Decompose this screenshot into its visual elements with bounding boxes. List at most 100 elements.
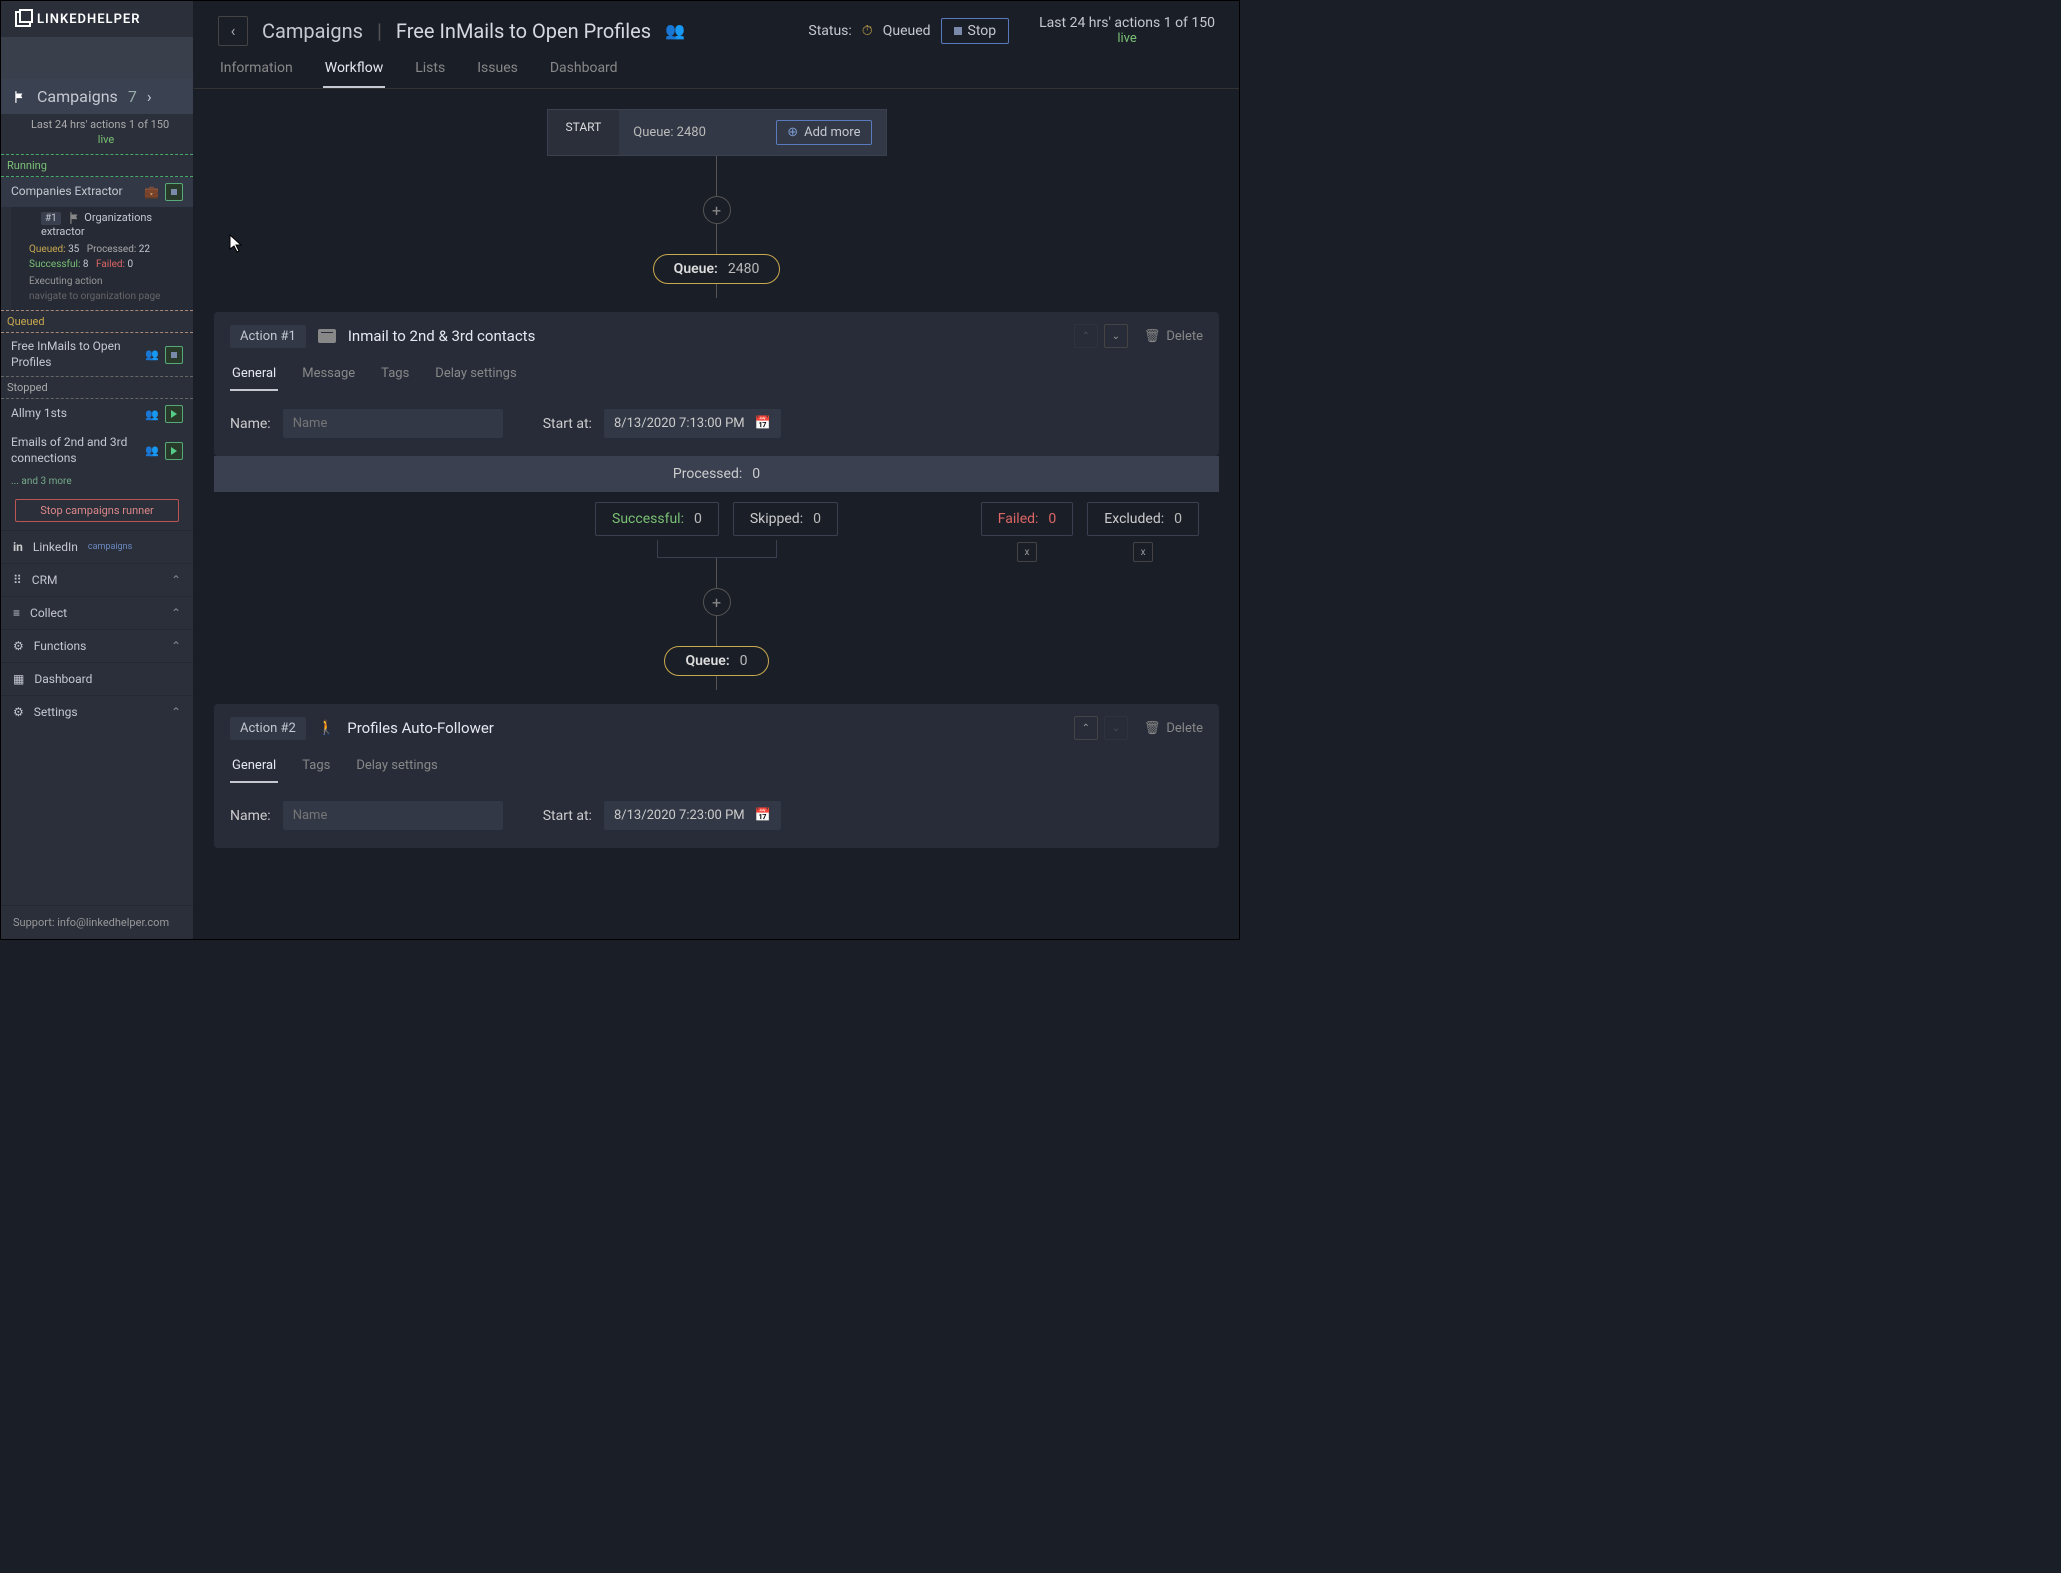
action-header: Action #2 🚶 Profiles Auto-Follower ⌃ ⌄ 🗑… — [214, 704, 1219, 752]
queue-pill[interactable]: Queue: 2480 — [653, 254, 781, 284]
fail-excl-group: Failed: 0 x Excluded: 0 x — [981, 502, 1199, 562]
workflow-canvas: START Queue: 2480 ⊕ Add more + Queue: 24… — [194, 89, 1239, 939]
queue-pill[interactable]: Queue: 0 — [664, 646, 768, 676]
stat-failed[interactable]: Failed: 0 — [981, 502, 1074, 536]
people-icon: 👥 — [665, 21, 685, 40]
atab-delay[interactable]: Delay settings — [433, 360, 518, 391]
logo-icon — [15, 11, 31, 27]
flag-icon — [13, 90, 27, 104]
campaigns-count: 7 — [128, 87, 137, 106]
atab-general[interactable]: General — [230, 752, 278, 783]
brand-text: LINKEDHELPER — [37, 12, 141, 27]
name-input[interactable] — [283, 801, 503, 830]
atab-message[interactable]: Message — [300, 360, 357, 391]
grid-icon: ⠿ — [13, 573, 22, 587]
add-node-button[interactable]: + — [703, 196, 731, 224]
tab-issues[interactable]: Issues — [475, 52, 520, 88]
play-campaign-button[interactable] — [165, 442, 183, 460]
tab-lists[interactable]: Lists — [413, 52, 447, 88]
flag-icon — [68, 211, 82, 225]
sub-stats-2: Successful: 8 Failed: 0 — [11, 257, 193, 272]
chevron-up-icon: ⌃ — [171, 573, 181, 587]
move-up-button[interactable]: ⌃ — [1074, 716, 1098, 740]
start-label: START — [548, 110, 620, 155]
tab-information[interactable]: Information — [218, 52, 295, 88]
walk-icon: 🚶 — [318, 720, 335, 736]
people-icon: 👥 — [145, 444, 159, 457]
stop-button[interactable]: Stop — [941, 18, 1010, 44]
atab-general[interactable]: General — [230, 360, 278, 391]
support-footer: Support: info@linkedhelper.com — [1, 905, 193, 939]
chevron-up-icon: ⌃ — [171, 705, 181, 719]
atab-tags[interactable]: Tags — [300, 752, 332, 783]
stat-excluded[interactable]: Excluded: 0 — [1087, 502, 1199, 536]
campaign-companies-extractor[interactable]: Companies Extractor 💼 — [1, 177, 193, 207]
stop-campaign-button[interactable] — [165, 183, 183, 201]
delete-action-button[interactable]: 🗑 Delete — [1144, 721, 1203, 736]
status-block: Status: ⏱ Queued Stop Last 24 hrs' actio… — [808, 15, 1215, 46]
section-stopped: Stopped — [1, 376, 193, 399]
trash-icon: 🗑 — [1144, 721, 1161, 736]
nav-linkedin[interactable]: in LinkedIn campaigns — [1, 530, 193, 563]
move-up-button: ⌃ — [1074, 324, 1098, 348]
sub-campaign-row[interactable]: #1 Organizations extractor — [11, 207, 193, 242]
name-field: Name: — [230, 409, 503, 438]
connector — [716, 156, 717, 196]
processed-bar: Processed: 0 — [214, 456, 1219, 492]
action-card-1: Action #1 Inmail to 2nd & 3rd contacts ⌃… — [214, 312, 1219, 456]
calendar-icon: 📅 — [755, 416, 771, 431]
start-date-input[interactable]: 8/13/2020 7:13:00 PM 📅 — [604, 409, 781, 438]
tab-workflow[interactable]: Workflow — [323, 52, 386, 88]
start-date-input[interactable]: 8/13/2020 7:23:00 PM 📅 — [604, 801, 781, 830]
atab-tags[interactable]: Tags — [379, 360, 411, 391]
action-body: Name: Start at: 8/13/2020 7:23:00 PM 📅 — [214, 783, 1219, 848]
stop-campaigns-runner-button[interactable]: Stop campaigns runner — [15, 499, 179, 522]
puzzle-icon: ⚙ — [13, 639, 24, 653]
separator: | — [377, 19, 382, 43]
move-down-button: ⌄ — [1104, 716, 1128, 740]
page-header: ‹ Campaigns | Free InMails to Open Profi… — [194, 1, 1239, 46]
exec-label: Executing action — [11, 272, 193, 289]
add-more-button[interactable]: ⊕ Add more — [776, 120, 871, 145]
tab-dashboard[interactable]: Dashboard — [548, 52, 620, 88]
move-down-button[interactable]: ⌄ — [1104, 324, 1128, 348]
delete-action-button[interactable]: 🗑 Delete — [1144, 329, 1203, 344]
connector — [716, 676, 717, 690]
nav-crm[interactable]: ⠿ CRM ⌃ — [1, 563, 193, 596]
nav-campaigns[interactable]: Campaigns 7 › — [1, 79, 193, 114]
add-node-button[interactable]: + — [703, 588, 731, 616]
page-title: Free InMails to Open Profiles — [396, 19, 651, 43]
stat-successful[interactable]: Successful: 0 — [595, 502, 719, 536]
action-card-2: Action #2 🚶 Profiles Auto-Follower ⌃ ⌄ 🗑… — [214, 704, 1219, 848]
stats-row: Successful: 0 Skipped: 0 Failed: 0 x — [214, 492, 1219, 546]
linkedin-icon: in — [13, 540, 23, 554]
nav-campaigns-label: Campaigns — [37, 87, 118, 106]
close-excluded-button[interactable]: x — [1133, 542, 1153, 562]
stop-campaign-button[interactable] — [165, 346, 183, 364]
action-tag: Action #2 — [230, 717, 306, 740]
name-field: Name: — [230, 801, 503, 830]
campaign-emails-2nd-3rd[interactable]: Emails of 2nd and 3rd connections 👥 — [1, 429, 193, 472]
back-button[interactable]: ‹ — [218, 16, 248, 46]
nav-collect[interactable]: ≡ Collect ⌃ — [1, 596, 193, 629]
play-campaign-button[interactable] — [165, 405, 183, 423]
breadcrumb[interactable]: Campaigns — [262, 19, 363, 43]
nav-dashboard[interactable]: ▦ Dashboard — [1, 662, 193, 695]
more-campaigns[interactable]: ... and 3 more — [1, 472, 193, 491]
nav-settings[interactable]: ⚙ Settings ⌃ — [1, 695, 193, 728]
section-running: Running — [1, 154, 193, 177]
exec-detail: navigate to organization page — [11, 289, 193, 310]
campaign-free-inmails[interactable]: Free InMails to Open Profiles 👥 — [1, 333, 193, 376]
name-input[interactable] — [283, 409, 503, 438]
status-value: Queued — [883, 23, 931, 39]
status-label: Status: — [808, 23, 851, 39]
nav-functions[interactable]: ⚙ Functions ⌃ — [1, 629, 193, 662]
trash-icon: 🗑 — [1144, 329, 1161, 344]
campaign-allmy-1sts[interactable]: Allmy 1sts 👥 — [1, 399, 193, 429]
dashboard-icon: ▦ — [13, 672, 24, 686]
atab-delay[interactable]: Delay settings — [354, 752, 439, 783]
chevron-up-icon: ⌃ — [171, 606, 181, 620]
stat-skipped[interactable]: Skipped: 0 — [733, 502, 838, 536]
close-failed-button[interactable]: x — [1017, 542, 1037, 562]
live-indicator: live — [31, 133, 181, 146]
